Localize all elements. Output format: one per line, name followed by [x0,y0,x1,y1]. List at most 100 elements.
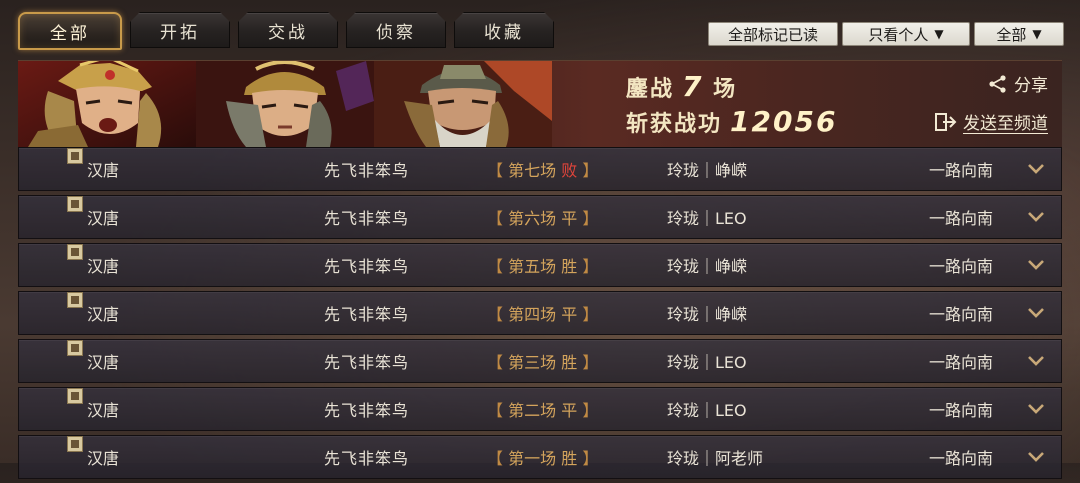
match-label: 【 第五场 胜 】 [487,244,598,286]
tab-favorites[interactable]: 收藏 [454,12,554,48]
report-row[interactable]: 汉唐 先飞非笨鸟 【 第六场 平 】 玲珑｜LEO 一路向南 [18,195,1062,239]
general-portrait-1 [18,61,196,147]
left-alliance-name: 汉唐 [87,257,120,276]
merit-line: 斩获战功 12056 [626,106,837,141]
match-result: 胜 [561,353,578,372]
right-alliance-name: 一路向南 [928,209,993,228]
share-button[interactable]: 分享 [988,71,1048,96]
report-row[interactable]: 汉唐 先飞非笨鸟 【 第一场 胜 】 玲珑｜阿老师 一路向南 [18,435,1062,479]
expand-chevron-icon[interactable] [1021,292,1051,334]
match-label: 【 第四场 平 】 [487,292,598,334]
right-alliance-name: 一路向南 [928,305,993,324]
send-to-channel-label: 发送至频道 [963,114,1048,134]
right-alliance-name: 一路向南 [928,401,993,420]
player-name: 先飞非笨鸟 [324,305,410,324]
opponent-name: 玲珑｜峥嵘 [667,161,748,180]
match-number: 第一场 [508,449,557,468]
alliance-emblem-icon [67,196,83,212]
scope-dropdown[interactable]: 全部 ▼ [974,22,1064,46]
player-name: 先飞非笨鸟 [324,209,410,228]
alliance-emblem-icon [67,244,83,260]
view-personal-label: 只看个人 [868,25,929,44]
merit-label: 斩获战功 [626,112,723,137]
general-portrait-3 [374,61,552,147]
dropdown-arrow-icon: ▼ [1032,27,1042,41]
tab-battle[interactable]: 交战 [238,12,338,48]
expand-chevron-icon[interactable] [1021,340,1051,382]
view-personal-dropdown[interactable]: 只看个人 ▼ [842,22,970,46]
share-icon [989,74,1006,93]
filter-bar: 全部标记已读 只看个人 ▼ 全部 ▼ [708,22,1064,46]
expand-chevron-icon[interactable] [1021,148,1051,190]
battles-count-line: 鏖战 7 场 [626,71,837,106]
match-label: 【 第三场 胜 】 [487,340,598,382]
match-number: 第六场 [508,209,557,228]
category-tabs: 全部 开拓 交战 侦察 收藏 [18,12,554,50]
match-result: 平 [561,401,578,420]
expand-chevron-icon[interactable] [1021,436,1051,478]
expand-chevron-icon[interactable] [1021,196,1051,238]
battle-summary-banner: 鏖战 7 场 斩获战功 12056 分享 发送至频道 [18,60,1062,148]
send-to-channel-button[interactable]: 发送至频道 [935,109,1048,134]
right-alliance-name: 一路向南 [928,257,993,276]
tab-scout[interactable]: 侦察 [346,12,446,48]
match-label: 【 第一场 胜 】 [487,436,598,478]
merit-value: 12056 [730,105,838,138]
left-alliance-name: 汉唐 [87,449,120,468]
opponent-name: 玲珑｜LEO [667,353,747,372]
right-alliance-name: 一路向南 [928,353,993,372]
player-name: 先飞非笨鸟 [324,257,410,276]
battle-stats: 鏖战 7 场 斩获战功 12056 [626,71,837,141]
report-row[interactable]: 汉唐 先飞非笨鸟 【 第七场 败 】 玲珑｜峥嵘 一路向南 [18,147,1062,191]
alliance-emblem-icon [67,388,83,404]
battles-count: 7 [682,70,704,103]
match-result: 平 [561,305,578,324]
report-row[interactable]: 汉唐 先飞非笨鸟 【 第四场 平 】 玲珑｜峥嵘 一路向南 [18,291,1062,335]
match-number: 第五场 [508,257,557,276]
left-alliance-name: 汉唐 [87,305,120,324]
match-label: 【 第七场 败 】 [487,148,598,190]
match-number: 第四场 [508,305,557,324]
match-label: 【 第二场 平 】 [487,388,598,430]
tab-expand[interactable]: 开拓 [130,12,230,48]
match-label: 【 第六场 平 】 [487,196,598,238]
left-alliance-name: 汉唐 [87,401,120,420]
alliance-emblem-icon [67,292,83,308]
match-result: 胜 [561,257,578,276]
battles-label: 鏖战 [626,77,675,102]
right-alliance-name: 一路向南 [928,161,993,180]
report-row[interactable]: 汉唐 先飞非笨鸟 【 第二场 平 】 玲珑｜LEO 一路向南 [18,387,1062,431]
opponent-name: 玲珑｜峥嵘 [667,257,748,276]
battles-unit: 场 [713,77,738,102]
alliance-emblem-icon [67,340,83,356]
player-name: 先飞非笨鸟 [324,353,410,372]
match-result: 败 [561,161,578,180]
right-alliance-name: 一路向南 [928,449,993,468]
left-alliance-name: 汉唐 [87,161,120,180]
opponent-name: 玲珑｜LEO [667,209,747,228]
report-row[interactable]: 汉唐 先飞非笨鸟 【 第三场 胜 】 玲珑｜LEO 一路向南 [18,339,1062,383]
match-number: 第七场 [508,161,557,180]
left-alliance-name: 汉唐 [87,353,120,372]
report-row[interactable]: 汉唐 先飞非笨鸟 【 第五场 胜 】 玲珑｜峥嵘 一路向南 [18,243,1062,287]
share-label: 分享 [1014,76,1048,96]
tab-all[interactable]: 全部 [18,12,122,50]
battle-report-list: 汉唐 先飞非笨鸟【 第七场 败 】玲珑｜峥嵘 一路向南 汉唐 先飞非笨鸟【 第六场 平 … [18,147,1062,483]
opponent-name: 玲珑｜阿老师 [667,449,764,468]
scope-label: 全部 [996,25,1027,44]
match-result: 平 [561,209,578,228]
player-name: 先飞非笨鸟 [324,161,410,180]
opponent-name: 玲珑｜峥嵘 [667,305,748,324]
mark-all-read-button[interactable]: 全部标记已读 [708,22,838,46]
alliance-emblem-icon [67,436,83,452]
mark-all-read-label: 全部标记已读 [727,25,818,44]
dropdown-arrow-icon: ▼ [934,27,944,41]
expand-chevron-icon[interactable] [1021,244,1051,286]
player-name: 先飞非笨鸟 [324,449,410,468]
general-portrait-2 [196,61,374,147]
export-icon [935,112,957,131]
expand-chevron-icon[interactable] [1021,388,1051,430]
alliance-emblem-icon [67,148,83,164]
opponent-name: 玲珑｜LEO [667,401,747,420]
match-number: 第三场 [508,353,557,372]
